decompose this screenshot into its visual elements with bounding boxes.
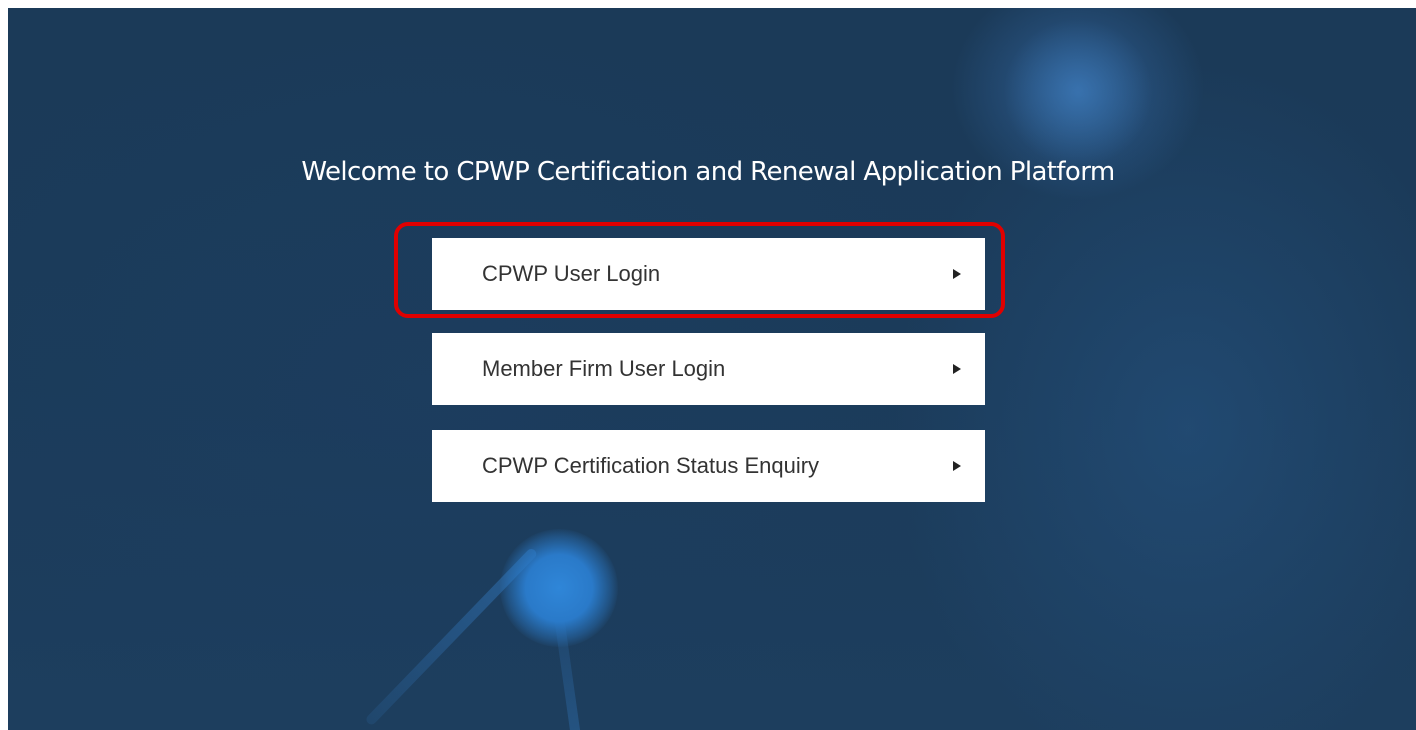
page-title: Welcome to CPWP Certification and Renewa…	[301, 157, 1115, 187]
member-firm-user-login-button[interactable]: Member Firm User Login	[432, 333, 985, 405]
triangle-right-icon	[953, 364, 961, 374]
button-label: CPWP Certification Status Enquiry	[482, 453, 820, 478]
triangle-right-icon	[953, 461, 961, 471]
button-label: Member Firm User Login	[482, 356, 726, 381]
cpwp-user-login-button[interactable]: CPWP User Login	[432, 238, 985, 310]
button-label: CPWP User Login	[482, 261, 661, 286]
triangle-right-icon	[953, 269, 961, 279]
decorative-network-node	[500, 529, 618, 647]
decorative-glow	[1003, 18, 1153, 168]
certification-status-enquiry-button[interactable]: CPWP Certification Status Enquiry	[432, 430, 985, 502]
